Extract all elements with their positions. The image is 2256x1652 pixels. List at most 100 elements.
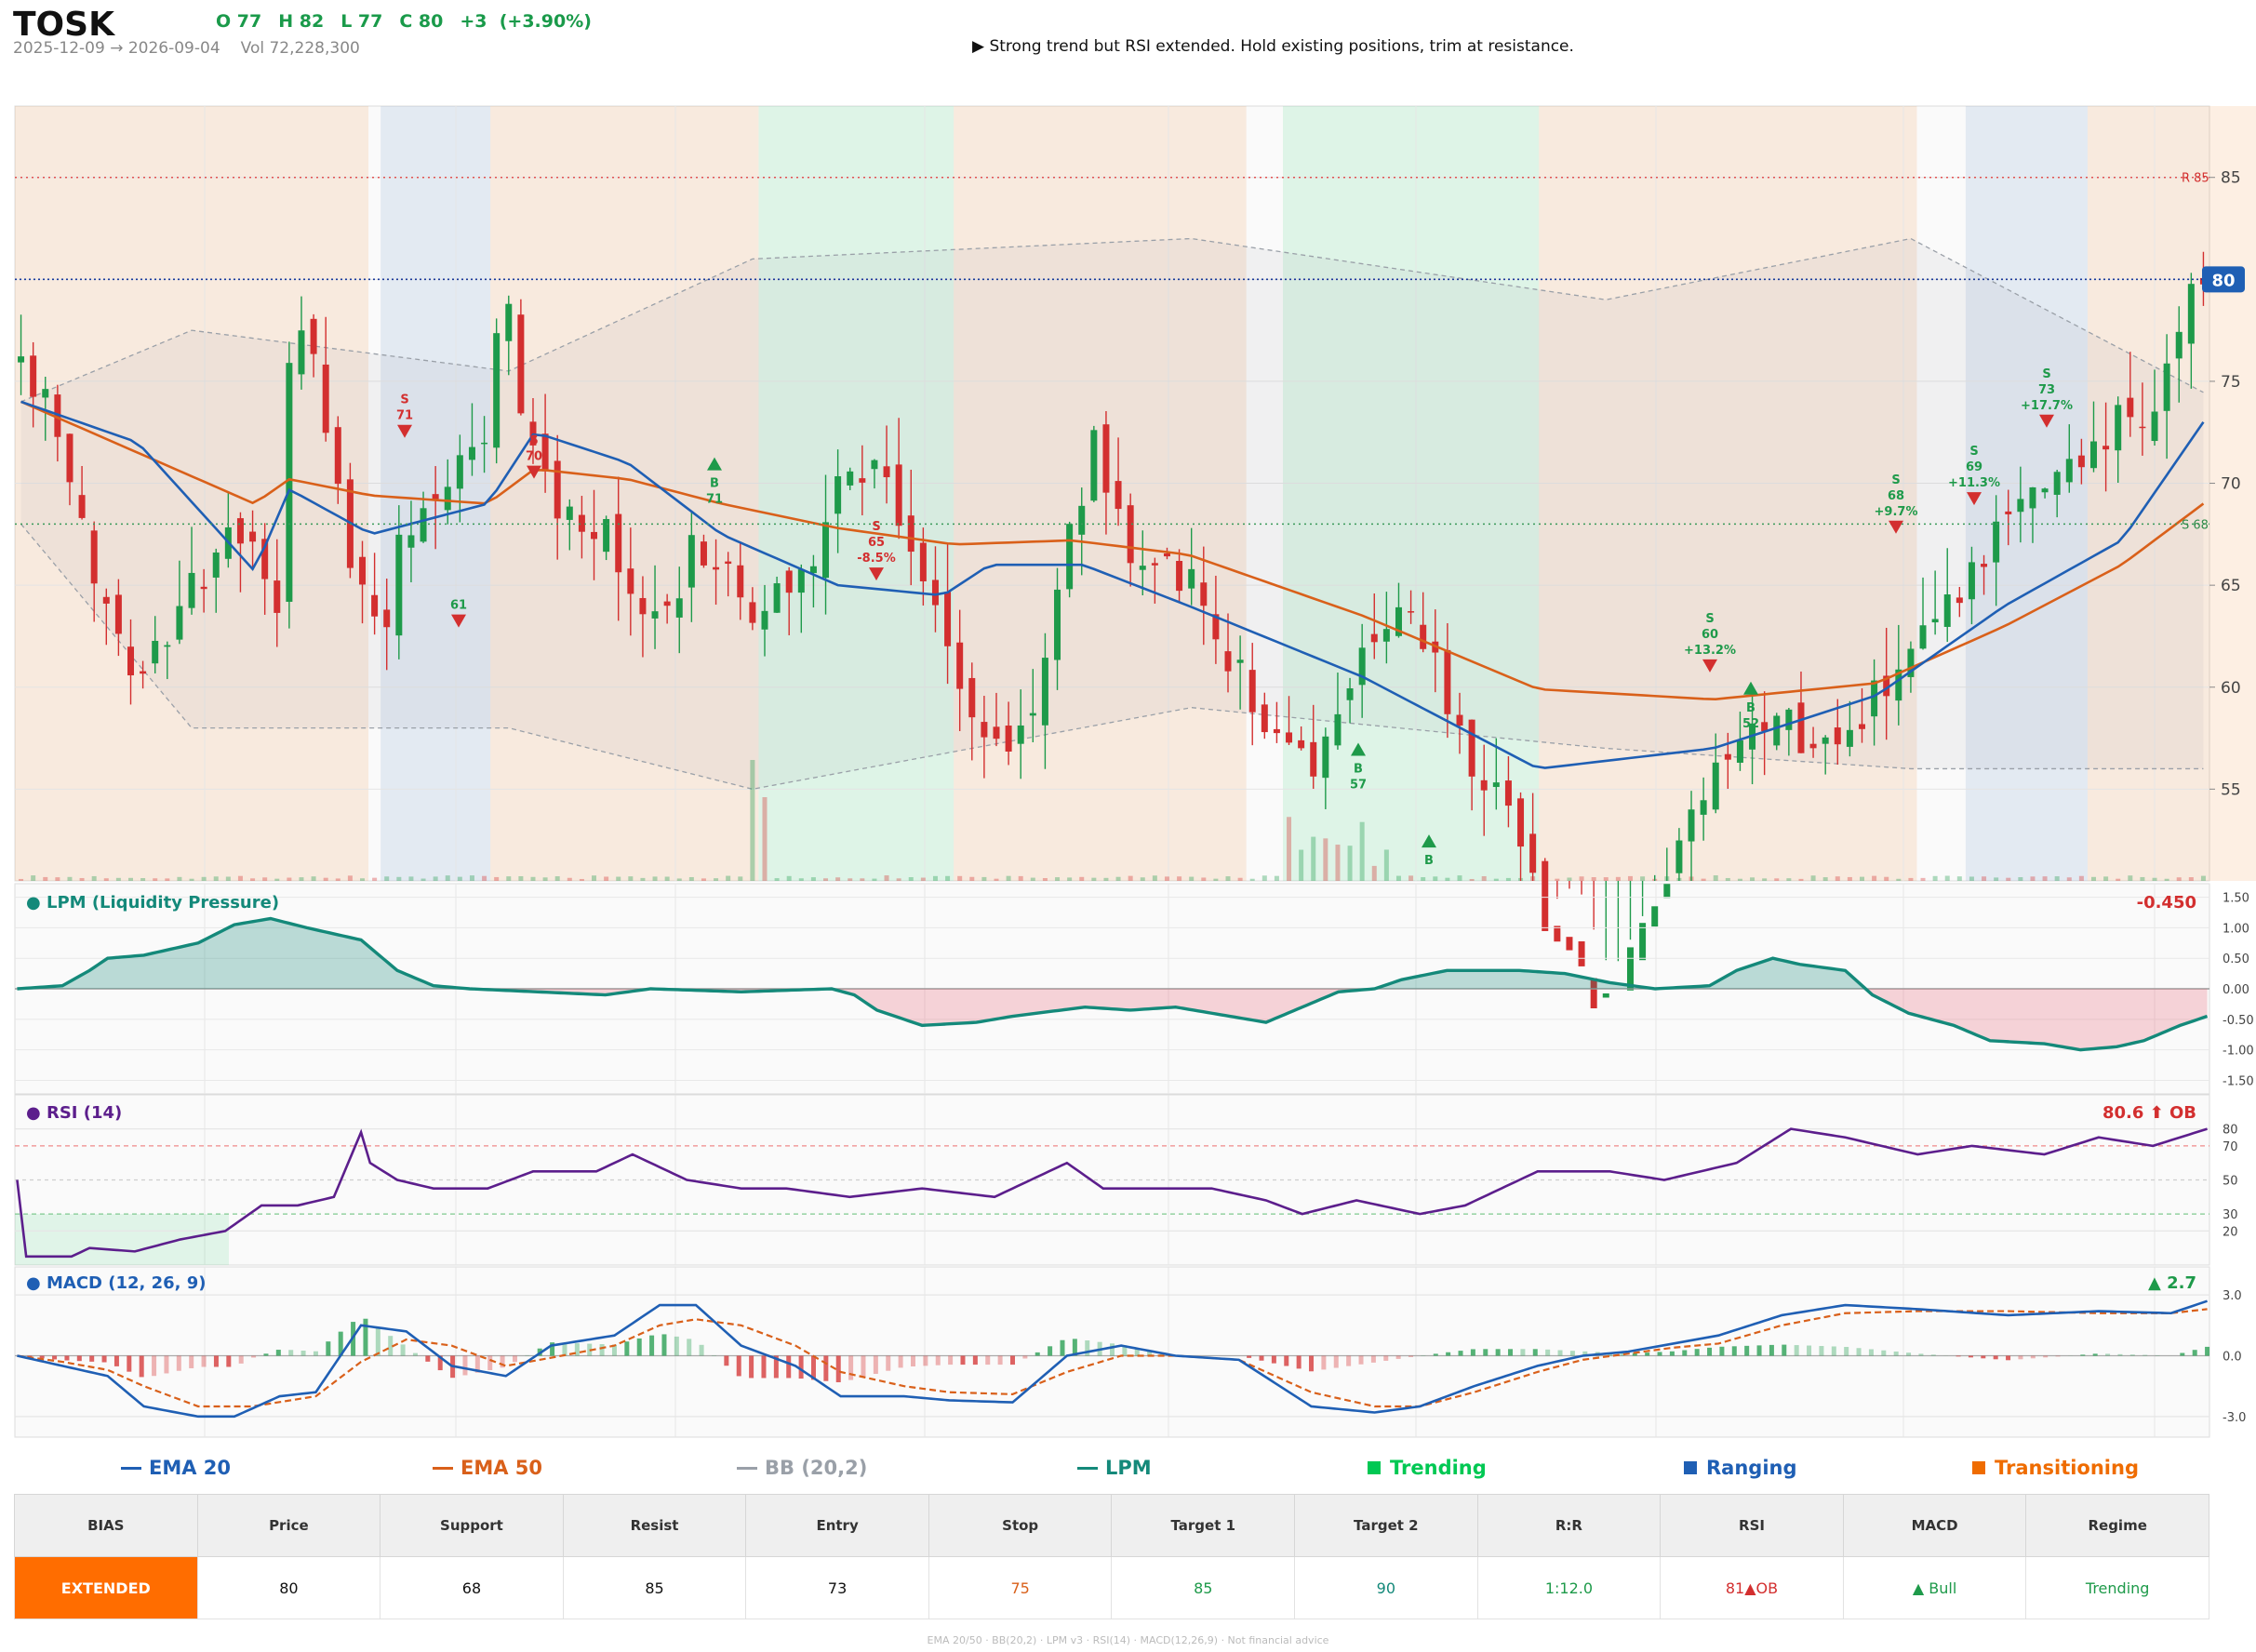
candle-body [407, 535, 415, 548]
candle-body [1370, 633, 1378, 643]
trade-marker-label: 71 [396, 409, 413, 423]
volume-bar [786, 875, 792, 881]
legend-transitioning: Transitioning [1972, 1457, 2139, 1479]
macd-histogram-bar [2117, 1353, 2123, 1356]
candle-body [1298, 739, 1305, 749]
macd-histogram-bar [1284, 1355, 1289, 1366]
volume-bar [396, 876, 402, 881]
candle-body [663, 601, 671, 606]
macd-histogram-bar [226, 1355, 232, 1367]
candle-body [1504, 780, 1512, 806]
macd-histogram-bar [363, 1318, 368, 1356]
candle-body [1115, 481, 1122, 510]
macd-histogram-bar [1557, 1350, 1563, 1356]
candle-body [713, 566, 720, 570]
candle-body [298, 330, 305, 375]
volume-bar [2103, 876, 2109, 881]
td-macd: ▲ Bull [1842, 1556, 2027, 1619]
macd-histogram-bar [699, 1344, 704, 1356]
lpm-y-tick-label: -1.50 [2223, 1074, 2254, 1088]
volume-bar [1932, 875, 1938, 881]
candle-body [481, 442, 488, 445]
legend: EMA 20 EMA 50 BB (20,2) LPM Trending Ran… [0, 1451, 2256, 1488]
macd-histogram-bar [1433, 1353, 1438, 1356]
volume-bar [2030, 876, 2036, 881]
support-label: S 68 [2182, 518, 2209, 532]
volume-bar [1750, 877, 1755, 881]
legend-ema20-label: EMA 20 [149, 1457, 232, 1479]
candle-body [541, 433, 549, 472]
candle-body [1200, 582, 1208, 606]
volume-bar [1944, 875, 1950, 881]
volume-bar [1481, 875, 1487, 881]
td-resist: 85 [562, 1556, 747, 1619]
candle-body [1017, 725, 1024, 744]
volume-bar [1737, 878, 1742, 881]
candle-body [102, 596, 110, 604]
volume-bar [1579, 876, 1584, 881]
candle-body [993, 726, 1000, 739]
th-stop: Stop [928, 1494, 1113, 1557]
macd-histogram-bar [1669, 1351, 1675, 1356]
legend-ranging-label: Ranging [1706, 1457, 1797, 1479]
th-support: Support [380, 1494, 564, 1557]
volume-bar [1237, 877, 1243, 881]
volume-bar [701, 878, 706, 881]
macd-histogram-bar [213, 1355, 219, 1367]
macd-histogram-bar [1060, 1339, 1065, 1356]
candle-body [1639, 923, 1647, 961]
volume-bar [848, 878, 853, 881]
volume-bar [1433, 876, 1438, 881]
volume-bar [1103, 877, 1109, 881]
candle-body [2041, 488, 2049, 493]
candle-body [1248, 670, 1256, 713]
legend-bb-label: BB (20,2) [765, 1457, 868, 1479]
macd-histogram-bar [2192, 1350, 2197, 1356]
volume-bar [2078, 875, 2084, 881]
macd-histogram-bar [848, 1355, 854, 1380]
macd-histogram-bar [1495, 1349, 1501, 1356]
macd-histogram-bar [624, 1341, 630, 1356]
macd-histogram-bar [1881, 1350, 1887, 1356]
trade-marker-label: +11.3% [1948, 476, 2000, 490]
lpm-y-tick-label: -1.00 [2223, 1045, 2254, 1059]
macd-histogram-bar [313, 1351, 318, 1356]
volume-bar [19, 878, 24, 881]
macd-histogram-bar [1981, 1355, 1986, 1359]
macd-histogram-bar [139, 1355, 144, 1378]
footer-note: EMA 20/50 · BB(20,2) · LPM v3 · RSI(14) … [927, 1634, 1329, 1646]
macd-histogram-bar [2205, 1346, 2210, 1356]
rsi-y-tick-label: 80 [2223, 1124, 2238, 1138]
chart-canvas[interactable]: Jan '26Feb '26Mar '26Apr '26May '26Jun '… [0, 0, 2256, 1451]
trade-marker-label: 69 [1966, 460, 1982, 474]
macd-histogram-bar [76, 1355, 82, 1362]
volume-bar [384, 876, 390, 881]
candle-body [773, 583, 781, 613]
candle-body [1822, 737, 1829, 744]
volume-bar [640, 877, 646, 881]
volume-bar [945, 875, 951, 881]
volume-bar [469, 875, 474, 881]
volume-bar [616, 876, 621, 881]
candle-body [249, 531, 257, 542]
legend-lpm: LPM [1077, 1457, 1152, 1479]
macd-histogram-bar [1993, 1355, 1998, 1360]
macd-histogram-bar [64, 1355, 70, 1361]
macd-histogram-bar [189, 1355, 194, 1368]
macd-histogram-bar [412, 1352, 418, 1356]
volume-bar [103, 878, 109, 881]
volume-bar [1335, 845, 1341, 881]
trade-marker-label: B [1424, 854, 1434, 868]
volume-bar [1164, 876, 1169, 881]
volume-bar [676, 878, 682, 881]
macd-histogram-bar [1333, 1355, 1339, 1368]
macd-histogram-bar [2129, 1354, 2135, 1356]
macd-histogram-bar [1483, 1349, 1488, 1356]
volume-bar [153, 878, 158, 881]
volume-bar [1140, 877, 1145, 881]
rsi-panel-title: ● RSI (14) [26, 1103, 122, 1123]
macd-histogram-bar [39, 1355, 45, 1359]
volume-bar [2006, 877, 2011, 881]
candle-body [90, 530, 98, 584]
candle-body [371, 594, 379, 617]
